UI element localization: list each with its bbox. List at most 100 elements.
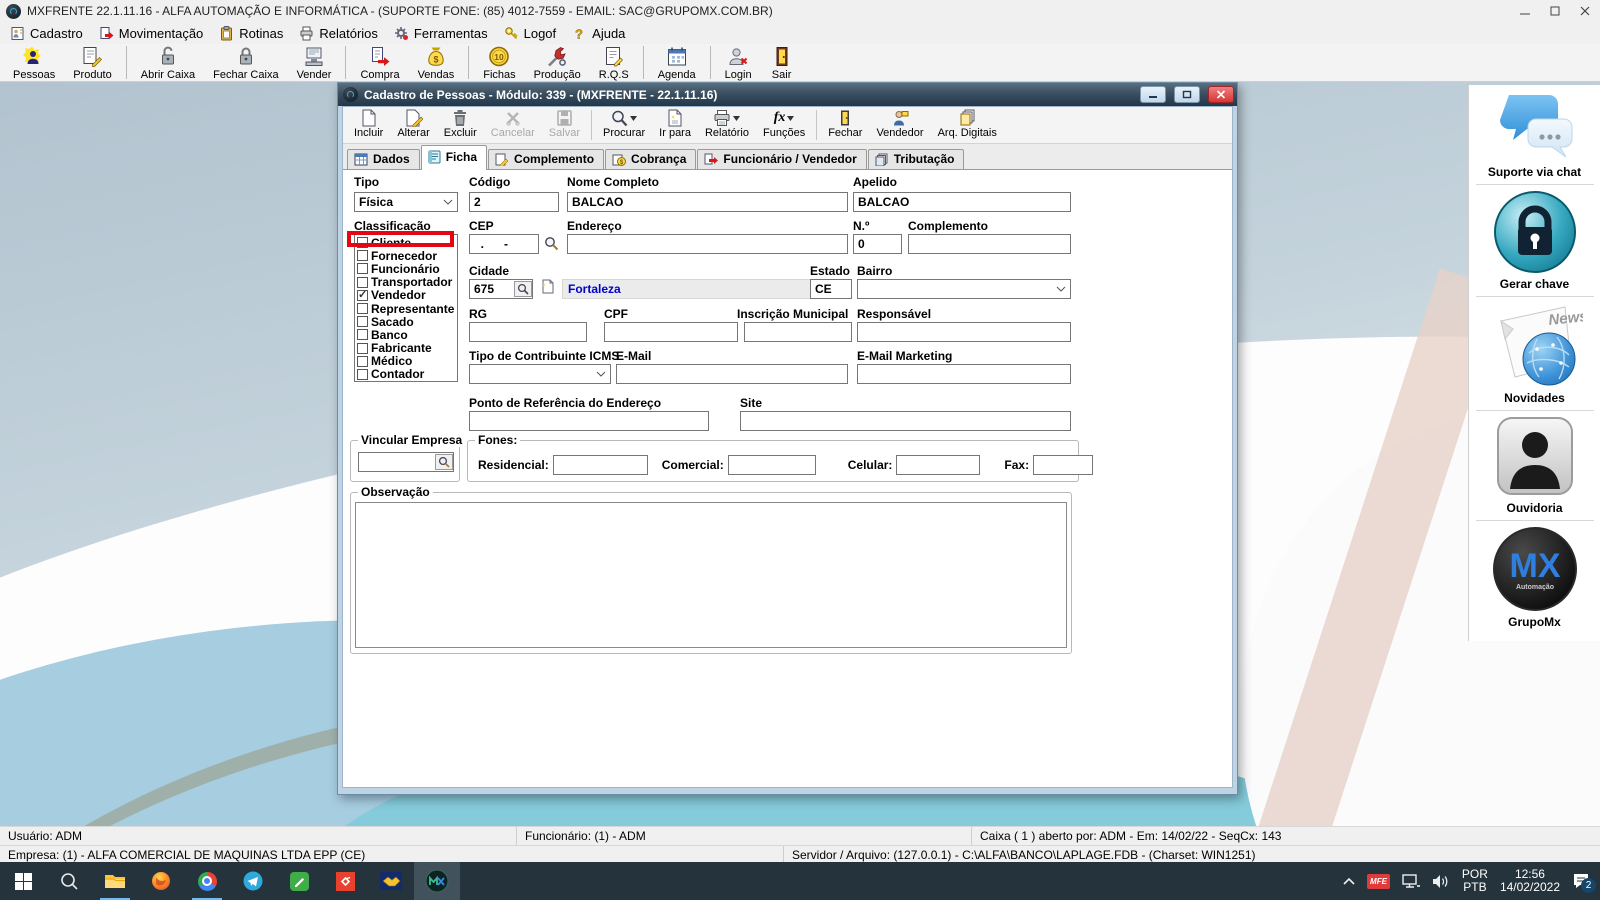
checkbox[interactable] <box>357 290 368 301</box>
taskbar-handshake-app[interactable] <box>368 862 414 900</box>
complemento-input[interactable] <box>908 234 1071 254</box>
classificacao-item-fornecedor[interactable]: Fornecedor <box>355 249 457 262</box>
inscricao-municipal-input[interactable] <box>744 322 852 342</box>
toolbar-abrir-caixa[interactable]: Abrir Caixa <box>132 44 204 81</box>
tab-complemento[interactable]: Complemento <box>488 149 604 169</box>
window-minimize-button[interactable] <box>1510 0 1540 22</box>
tipo-combobox[interactable]: Física <box>354 192 458 212</box>
tab-ficha[interactable]: Ficha <box>421 145 487 169</box>
estado-input[interactable] <box>810 279 852 299</box>
toolbar-agenda[interactable]: Agenda <box>649 44 705 81</box>
checkbox[interactable] <box>357 303 368 314</box>
site-input[interactable] <box>740 411 1071 431</box>
tab-tributacao[interactable]: Tributação <box>868 149 965 169</box>
vincular-search-button[interactable] <box>435 454 453 470</box>
window-maximize-button[interactable] <box>1540 0 1570 22</box>
email-input[interactable] <box>616 364 848 384</box>
btn-excluir[interactable]: Excluir <box>437 107 484 143</box>
cep-search-icon[interactable] <box>544 236 559 251</box>
sidebar-gerar-chave[interactable]: Gerar chave <box>1469 185 1600 296</box>
taskbar-telegram[interactable] <box>230 862 276 900</box>
start-button[interactable] <box>0 862 46 900</box>
classificacao-item-banco[interactable]: Banco <box>355 328 457 341</box>
language-indicator[interactable]: PORPTB <box>1462 868 1488 894</box>
mfe-tray-icon[interactable]: MFE <box>1367 874 1390 889</box>
checkbox[interactable] <box>357 263 368 274</box>
clock[interactable]: 12:5614/02/2022 <box>1500 868 1560 894</box>
cep-input[interactable] <box>469 234 539 254</box>
tab-dados[interactable]: Dados <box>347 149 420 169</box>
classificacao-item-representante[interactable]: Representante <box>355 302 457 315</box>
observacao-textarea[interactable] <box>355 502 1067 648</box>
taskbar-chrome[interactable] <box>184 862 230 900</box>
tab-funcionario-vendedor[interactable]: Funcionário / Vendedor <box>697 149 866 169</box>
classificacao-item-transportador[interactable]: Transportador <box>355 276 457 289</box>
fax-input[interactable] <box>1033 455 1093 475</box>
toolbar-compra[interactable]: Compra <box>351 44 408 81</box>
taskbar-explorer[interactable] <box>92 862 138 900</box>
toolbar-vendas[interactable]: $ Vendas <box>409 44 464 81</box>
endereco-input[interactable] <box>567 234 848 254</box>
toolbar-rqs[interactable]: R.Q.S <box>590 44 638 81</box>
checkbox[interactable] <box>357 316 368 327</box>
menu-ajuda[interactable]: ? Ajuda <box>564 22 633 44</box>
taskbar-notes-app[interactable] <box>276 862 322 900</box>
sidebar-suporte-chat[interactable]: Suporte via chat <box>1469 85 1600 184</box>
comercial-input[interactable] <box>728 455 816 475</box>
toolbar-producao[interactable]: Produção <box>525 44 590 81</box>
btn-arq-digitais[interactable]: Arq. Digitais <box>931 107 1004 143</box>
menu-rotinas[interactable]: Rotinas <box>211 22 291 44</box>
menu-logof[interactable]: Logof <box>496 22 565 44</box>
menu-cadastro[interactable]: Cadastro <box>2 22 91 44</box>
btn-funcoes[interactable]: fx Funções <box>756 107 812 143</box>
checkbox[interactable] <box>357 369 368 380</box>
toolbar-login[interactable]: Login <box>716 44 761 81</box>
taskbar-mxfrente[interactable] <box>414 862 460 900</box>
toolbar-fechar-caixa[interactable]: Fechar Caixa <box>204 44 287 81</box>
tab-cobranca[interactable]: $ Cobrança <box>605 149 696 169</box>
checkbox[interactable] <box>357 356 368 367</box>
notification-center[interactable]: 2 <box>1572 873 1590 889</box>
bairro-combobox[interactable] <box>857 279 1071 299</box>
toolbar-sair[interactable]: Sair <box>761 44 803 81</box>
codigo-input[interactable] <box>469 192 559 212</box>
classificacao-item-medico[interactable]: Médico <box>355 355 457 368</box>
btn-ir-para[interactable]: Ir para <box>652 107 698 143</box>
window-close-button[interactable] <box>1570 0 1600 22</box>
email-marketing-input[interactable] <box>857 364 1071 384</box>
cidade-search-button[interactable] <box>514 281 532 297</box>
classificacao-item-fabricante[interactable]: Fabricante <box>355 342 457 355</box>
checkbox[interactable] <box>357 250 368 261</box>
taskbar-firefox[interactable] <box>138 862 184 900</box>
classificacao-item-contador[interactable]: Contador <box>355 368 457 381</box>
speaker-icon[interactable] <box>1432 874 1450 889</box>
apelido-input[interactable] <box>853 192 1071 212</box>
cidade-new-doc-icon[interactable] <box>540 278 555 295</box>
checkbox[interactable] <box>357 329 368 340</box>
classificacao-item-sacado[interactable]: Sacado <box>355 315 457 328</box>
sidebar-ouvidoria[interactable]: Ouvidoria <box>1469 411 1600 520</box>
menu-relatorios[interactable]: Relatórios <box>291 22 386 44</box>
tray-chevron-icon[interactable] <box>1343 877 1355 885</box>
responsavel-input[interactable] <box>857 322 1071 342</box>
taskbar-search-button[interactable] <box>46 862 92 900</box>
btn-relatorio[interactable]: Relatório <box>698 107 756 143</box>
btn-procurar[interactable]: Procurar <box>596 107 652 143</box>
sidebar-grupomx[interactable]: MX Automação GrupoMx <box>1469 521 1600 634</box>
toolbar-pessoas[interactable]: Pessoas <box>4 44 64 81</box>
btn-salvar[interactable]: Salvar <box>542 107 587 143</box>
dialog-close-button[interactable] <box>1208 86 1234 103</box>
checkbox[interactable] <box>357 277 368 288</box>
toolbar-vender[interactable]: Vender <box>288 44 341 81</box>
checkbox[interactable] <box>357 343 368 354</box>
sidebar-novidades[interactable]: News Novidades <box>1469 297 1600 410</box>
btn-incluir[interactable]: Incluir <box>347 107 390 143</box>
toolbar-produto[interactable]: Produto <box>64 44 121 81</box>
network-icon[interactable] <box>1402 874 1420 888</box>
taskbar-red-app[interactable] <box>322 862 368 900</box>
nome-input[interactable] <box>567 192 848 212</box>
menu-ferramentas[interactable]: Ferramentas <box>386 22 496 44</box>
btn-alterar[interactable]: Alterar <box>390 107 436 143</box>
numero-input[interactable] <box>853 234 902 254</box>
menu-movimentacao[interactable]: Movimentação <box>91 22 212 44</box>
